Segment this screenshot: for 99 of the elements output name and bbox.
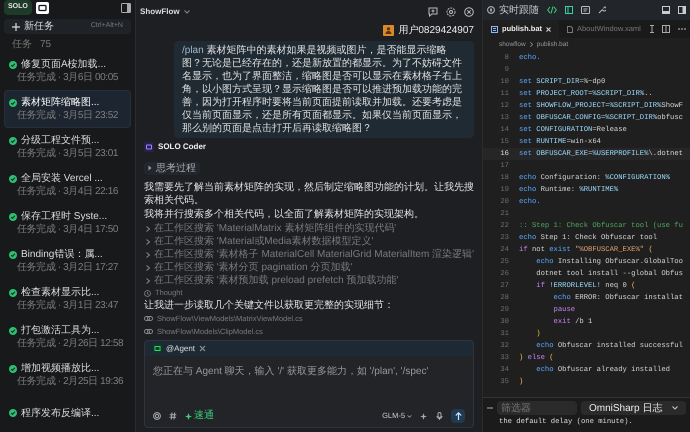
task-status: 任务完成 · 2月25日 19:36 bbox=[16, 375, 124, 388]
task-title: 全局安装 Vercel ... bbox=[21, 172, 103, 185]
new-chat-icon[interactable] bbox=[428, 7, 438, 17]
sparkle-icon[interactable] bbox=[420, 412, 428, 420]
task-item[interactable]: 检查素材显示比... 任务完成 · 3月1日 23:47 bbox=[4, 280, 131, 318]
user-message: /plan 素材矩阵中的素材如果是视频或图片，是否能显示缩略图？无论是已经存在的，还是新放置的都显示。为了不妨碍文件名显示，也为了界面整洁，缩略图是否可以显示在素材格子右上角，以小图方式呈现？显示缩略图是否可以推进预加载功能的完善，因为打开程序时要将当前页面提前读取并加载。还要考虑是仅当前页面显示，还是所有页面都显示。如果仅当前页面显示，那么别的页面是点击打开后再读取缩略图？ bbox=[174, 41, 474, 138]
task-title: 修复页面A桉加载... bbox=[21, 58, 106, 71]
bottom-panel-icon[interactable] bbox=[662, 6, 670, 14]
chevron-right-icon bbox=[148, 165, 152, 171]
output-channel-dropdown[interactable]: OmniSharp 日志 bbox=[581, 401, 686, 415]
close-icon[interactable] bbox=[464, 7, 474, 17]
assistant-text: 让我进一步读取几个关键文件以获取更完整的实现细节： bbox=[143, 299, 395, 312]
agent-icon bbox=[144, 142, 154, 152]
check-circle-icon bbox=[9, 288, 17, 296]
task-item[interactable]: 增加视频播放比... 任务完成 · 2月25日 19:36 bbox=[4, 356, 131, 394]
send-button[interactable] bbox=[451, 409, 465, 423]
sparkle-icon bbox=[185, 412, 192, 420]
microphone-icon[interactable] bbox=[436, 412, 443, 420]
file-icon bbox=[567, 26, 573, 32]
task-item[interactable]: 打包激活工具为... 任务完成 · 2月26日 12:58 bbox=[4, 318, 131, 356]
check-circle-icon bbox=[9, 98, 17, 106]
code-icon[interactable] bbox=[547, 6, 557, 14]
task-title: 程序发布反编译... bbox=[21, 406, 100, 420]
speed-mode-button[interactable]: 速通 bbox=[185, 410, 214, 422]
chevron-right-icon bbox=[146, 238, 150, 244]
split-editor-icon[interactable] bbox=[662, 25, 670, 33]
task-title: 打包激活工具为... bbox=[21, 324, 100, 337]
agent-mode-label: @Agent bbox=[166, 342, 196, 354]
task-status: 任务完成 · 2月26日 12:58 bbox=[16, 337, 124, 350]
caret-icon bbox=[184, 10, 190, 14]
settings-icon[interactable] bbox=[446, 7, 456, 17]
task-item[interactable]: 素材矩阵缩略图... 任务完成 · 3月5日 23:52 bbox=[4, 90, 131, 128]
chevron-right-icon bbox=[146, 264, 150, 270]
task-count: 75 bbox=[40, 38, 52, 51]
search-step[interactable]: 在工作区搜索 '素材分页 pagination 分页加载' bbox=[154, 261, 352, 274]
task-title: 分级工程文件预... bbox=[21, 134, 100, 147]
avatar-icon bbox=[383, 25, 394, 36]
check-circle-icon bbox=[9, 60, 17, 68]
assistant-text: 我将并行搜索多个相关代码，以全面了解素材矩阵的实现架构。 bbox=[144, 208, 425, 221]
task-item[interactable]: 保存工程时 Syste... 任务完成 · 3月4日 17:50 bbox=[4, 204, 131, 242]
check-circle-icon bbox=[9, 250, 17, 258]
task-item[interactable]: 修复页面A桉加载... 任务完成 · 3月6日 00:05 bbox=[4, 52, 131, 90]
task-title: Binding错误：属... bbox=[21, 248, 103, 261]
search-step[interactable]: 在工作区搜索 'MaterialMatrix 素材矩阵组件的实现代码' bbox=[154, 222, 396, 235]
task-title: 检查素材显示比... bbox=[21, 286, 100, 299]
task-item[interactable]: 分级工程文件预... 任务完成 · 3月5日 23:01 bbox=[4, 128, 131, 166]
task-status: 任务完成 · 3月2日 17:27 bbox=[16, 261, 120, 274]
hash-icon[interactable] bbox=[169, 412, 177, 420]
user-name: 用户0829424907 bbox=[398, 24, 474, 37]
check-circle-icon bbox=[9, 174, 17, 182]
target-icon[interactable] bbox=[153, 412, 161, 420]
task-status: 任务完成 · 3月5日 23:52 bbox=[16, 109, 120, 122]
chevron-right-icon bbox=[146, 278, 150, 284]
assistant-text: 我需要先了解当前素材矩阵的实现，然后制定缩略图功能的计划。让我先搜索相关代码。 bbox=[144, 181, 474, 207]
check-circle-icon bbox=[9, 326, 17, 334]
task-title: 增加视频播放比... bbox=[21, 362, 100, 375]
task-title: 素材矩阵缩略图... bbox=[21, 96, 100, 109]
side-panel-icon[interactable] bbox=[678, 6, 686, 14]
chevron-right-icon bbox=[146, 252, 150, 258]
section-label: 任务 bbox=[12, 38, 32, 51]
task-status: 任务完成 · 3月4日 22:16 bbox=[16, 185, 120, 198]
chevron-right-icon bbox=[146, 226, 150, 232]
check-circle-icon bbox=[9, 136, 17, 144]
check-circle-icon bbox=[9, 409, 17, 417]
wrench-icon[interactable] bbox=[598, 6, 606, 14]
chat-input[interactable]: 您正在与 Agent 聊天，输入 '/' 获取更多能力，如 '/plan', '/spec' bbox=[153, 365, 465, 378]
task-item[interactable]: 程序发布反编译... bbox=[4, 394, 131, 432]
thought-icon bbox=[144, 290, 151, 296]
search-step[interactable]: 在工作区搜索 '素材格子 MaterialCell MaterialGrid MaterialItem 渲染逻辑' bbox=[154, 248, 474, 261]
search-step[interactable]: 在工作区搜索 '素材预加载 preload prefetch 预加载功能' bbox=[154, 274, 398, 287]
check-circle-icon bbox=[9, 212, 17, 220]
text-cursor-icon[interactable] bbox=[650, 25, 654, 33]
terminal-icon[interactable] bbox=[581, 6, 590, 14]
task-status: 任务完成 · 3月5日 23:01 bbox=[16, 147, 120, 160]
chevron-right-icon bbox=[530, 42, 533, 47]
task-item[interactable]: 全局安装 Vercel ... 任务完成 · 3月4日 22:16 bbox=[4, 166, 131, 204]
task-item[interactable]: Binding错误：属... 任务完成 · 3月2日 17:27 bbox=[4, 242, 131, 280]
sidebar-toggle-icon[interactable] bbox=[121, 2, 131, 12]
follow-button[interactable]: 实时跟随 bbox=[487, 2, 539, 18]
task-title: 保存工程时 Syste... bbox=[21, 210, 108, 223]
check-circle-icon bbox=[9, 364, 17, 372]
task-status: 任务完成 · 3月4日 17:50 bbox=[16, 223, 120, 236]
task-status: 任务完成 · 3月1日 23:47 bbox=[16, 299, 120, 312]
project-selector[interactable]: ShowFlow bbox=[140, 6, 190, 18]
search-step[interactable]: 在工作区搜索 'Material或Media素材数据模型定义' bbox=[154, 235, 374, 248]
agent-name: SOLO Coder bbox=[158, 141, 206, 153]
minimize-icon[interactable] bbox=[487, 407, 493, 409]
thinking-toggle[interactable]: 思考过程 bbox=[144, 162, 200, 174]
caret-icon bbox=[672, 406, 678, 410]
arrow-up-icon bbox=[454, 412, 462, 420]
caret-icon bbox=[407, 414, 412, 418]
task-status: 任务完成 · 3月6日 00:05 bbox=[16, 71, 120, 84]
plus-icon bbox=[12, 22, 20, 30]
filter-field[interactable]: 筛选器 bbox=[497, 401, 577, 415]
close-icon[interactable] bbox=[546, 26, 551, 32]
panel-icon[interactable] bbox=[565, 6, 573, 14]
file-icon bbox=[491, 26, 498, 32]
compass-icon bbox=[487, 6, 495, 14]
agent-mode-icon bbox=[153, 344, 162, 353]
